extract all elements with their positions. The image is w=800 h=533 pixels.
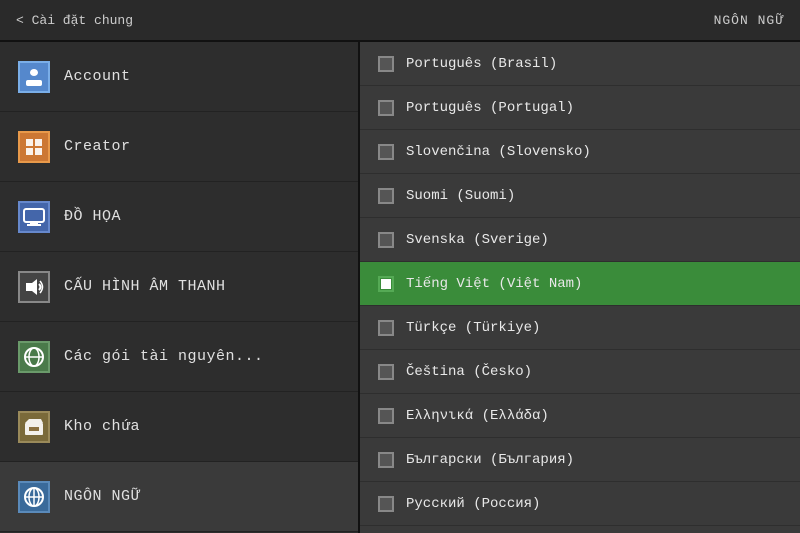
sidebar-item-account-label: Account: [64, 68, 131, 85]
language-item-cs[interactable]: Čeština (Česko): [360, 350, 800, 394]
sidebar: Account Creator Đ: [0, 42, 360, 533]
sidebar-item-creator[interactable]: Creator: [0, 112, 358, 182]
language-label-tr: Türkçe (Türkiye): [406, 320, 540, 336]
packs-icon: [18, 341, 50, 373]
sidebar-item-packs[interactable]: Các gói tài nguyên...: [0, 322, 358, 392]
language-item-vi[interactable]: Tiếng Việt (Việt Nam): [360, 262, 800, 306]
main-layout: Account Creator Đ: [0, 42, 800, 533]
sidebar-item-creator-label: Creator: [64, 138, 131, 155]
account-icon: [18, 61, 50, 93]
language-checkbox-tr: [378, 320, 394, 336]
language-item-ru[interactable]: Русский (Россия): [360, 482, 800, 526]
language-label-pt-pt: Português (Portugal): [406, 100, 574, 116]
language-checkbox-ru: [378, 496, 394, 512]
back-button[interactable]: < Cài đặt chung: [16, 13, 133, 28]
language-checkbox-sk: [378, 144, 394, 160]
language-item-pt-pt[interactable]: Português (Portugal): [360, 86, 800, 130]
top-bar: < Cài đặt chung NGÔN NGỮ: [0, 0, 800, 42]
language-label-bg: Български (България): [406, 452, 574, 468]
language-item-pt-br[interactable]: Português (Brasil): [360, 42, 800, 86]
language-checkbox-vi: [378, 276, 394, 292]
language-label-vi: Tiếng Việt (Việt Nam): [406, 276, 582, 292]
language-checkbox-el: [378, 408, 394, 424]
language-item-sv[interactable]: Svenska (Sverige): [360, 218, 800, 262]
language-label-pt-br: Português (Brasil): [406, 56, 557, 72]
sidebar-item-storage[interactable]: Kho chứa: [0, 392, 358, 462]
language-checkbox-cs: [378, 364, 394, 380]
language-label-cs: Čeština (Česko): [406, 364, 532, 380]
sidebar-item-language[interactable]: NGÔN NGỮ: [0, 462, 358, 532]
language-list: Português (Brasil) Português (Portugal) Sl…: [360, 42, 800, 533]
language-label-ru: Русский (Россия): [406, 496, 540, 512]
language-label-el: Ελληνικά (Ελλάδα): [406, 408, 549, 424]
sidebar-item-graphics-label: ĐỒ HỌA: [64, 208, 121, 225]
graphics-icon: [18, 201, 50, 233]
creator-icon: [18, 131, 50, 163]
language-label-sv: Svenska (Sverige): [406, 232, 549, 248]
sidebar-item-audio-label: CẤU HÌNH ÂM THANH: [64, 278, 226, 295]
sidebar-item-packs-label: Các gói tài nguyên...: [64, 348, 264, 365]
sidebar-item-audio[interactable]: CẤU HÌNH ÂM THANH: [0, 252, 358, 322]
language-checkbox-sv: [378, 232, 394, 248]
page-title: NGÔN NGỮ: [714, 13, 784, 28]
storage-icon: [18, 411, 50, 443]
language-label-fi: Suomi (Suomi): [406, 188, 515, 204]
back-label: < Cài đặt chung: [16, 13, 133, 28]
language-label-sk: Slovenčina (Slovensko): [406, 144, 591, 160]
language-item-fi[interactable]: Suomi (Suomi): [360, 174, 800, 218]
language-icon: [18, 481, 50, 513]
language-checkbox-pt-br: [378, 56, 394, 72]
sidebar-item-account[interactable]: Account: [0, 42, 358, 112]
language-item-uk[interactable]: Українська (Україна): [360, 526, 800, 533]
language-item-sk[interactable]: Slovenčina (Slovensko): [360, 130, 800, 174]
sidebar-item-storage-label: Kho chứa: [64, 418, 140, 435]
language-checkbox-fi: [378, 188, 394, 204]
language-item-tr[interactable]: Türkçe (Türkiye): [360, 306, 800, 350]
sidebar-item-language-label: NGÔN NGỮ: [64, 488, 140, 505]
sidebar-item-graphics[interactable]: ĐỒ HỌA: [0, 182, 358, 252]
language-checkbox-bg: [378, 452, 394, 468]
language-item-el[interactable]: Ελληνικά (Ελλάδα): [360, 394, 800, 438]
language-item-bg[interactable]: Български (България): [360, 438, 800, 482]
language-checkbox-pt-pt: [378, 100, 394, 116]
audio-icon: [18, 271, 50, 303]
